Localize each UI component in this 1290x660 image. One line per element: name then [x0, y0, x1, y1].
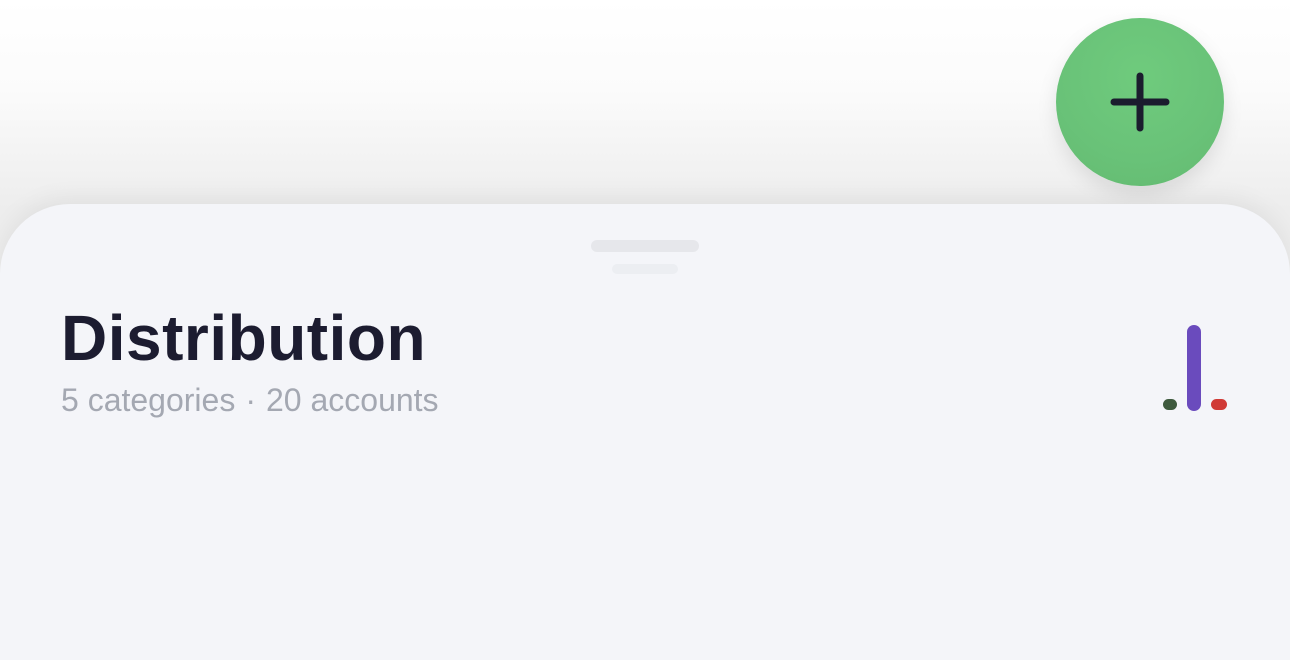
- accounts-count: 20 accounts: [265, 382, 439, 418]
- chart-bar-right: [1211, 399, 1227, 410]
- sheet-subtitle: 5 categories · 20 accounts: [61, 380, 439, 420]
- screen: Distribution 5 categories · 20 accounts: [0, 0, 1290, 660]
- distribution-chart-icon[interactable]: [1160, 322, 1230, 412]
- chart-bar-left: [1163, 399, 1177, 410]
- sheet-drag-handle[interactable]: [591, 240, 699, 252]
- plus-icon: [1110, 72, 1170, 132]
- sheet-drag-handle-shadow: [612, 264, 678, 274]
- sheet-title: Distribution: [61, 302, 427, 374]
- subtitle-separator: ·: [245, 382, 256, 418]
- categories-count: 5 categories: [61, 382, 236, 418]
- add-button[interactable]: [1056, 18, 1224, 186]
- chart-bar-middle: [1187, 325, 1201, 411]
- distribution-sheet[interactable]: Distribution 5 categories · 20 accounts: [0, 204, 1290, 660]
